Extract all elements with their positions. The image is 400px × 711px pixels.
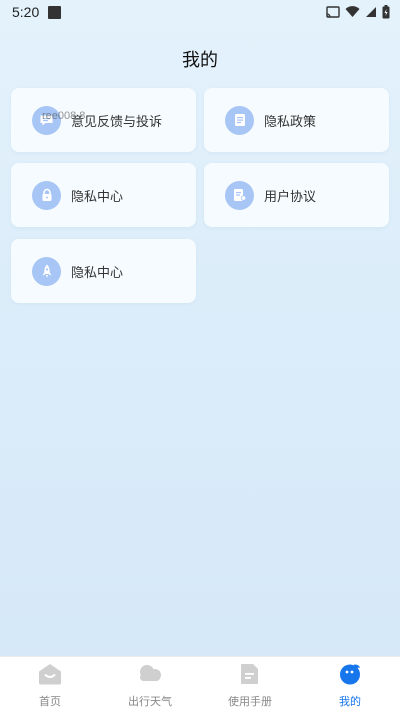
feedback-card[interactable]: 意见反馈与投诉 ree008 8: [11, 88, 196, 152]
nav-weather[interactable]: 出行天气: [100, 657, 200, 711]
profile-icon: [339, 663, 361, 689]
battery-icon: [382, 5, 390, 19]
privacy-policy-label: 隐私政策: [264, 114, 317, 130]
page-title: 我的: [182, 50, 218, 71]
nav-profile-label: 我的: [339, 695, 361, 708]
signal-icon: [365, 6, 377, 18]
privacy-center-card[interactable]: 隐私中心: [11, 163, 196, 227]
nav-manual[interactable]: 使用手册: [200, 657, 300, 711]
document-icon: [225, 105, 254, 135]
agreement-icon: [225, 180, 254, 210]
wifi-icon: [345, 6, 360, 18]
privacy-policy-card[interactable]: 隐私政策: [204, 88, 389, 152]
privacy-center-label: 隐私中心: [71, 189, 124, 205]
status-icons: [326, 5, 390, 19]
user-agreement-card[interactable]: 用户协议: [204, 163, 389, 227]
home-icon: [38, 663, 62, 689]
privacy-center-label-2: 隐私中心: [71, 265, 124, 281]
bottom-nav: 首页 出行天气 使用手册 我的: [0, 656, 400, 711]
status-time: 5:20: [12, 4, 40, 20]
nav-profile[interactable]: 我的: [300, 657, 400, 711]
notification-icon: [48, 5, 62, 19]
privacy-center-card-2[interactable]: 隐私中心: [11, 239, 196, 303]
feedback-label: 意见反馈与投诉: [71, 114, 163, 130]
rocket-icon: [32, 256, 61, 286]
feedback-icon: [32, 105, 61, 135]
nav-home[interactable]: 首页: [0, 657, 100, 711]
lock-icon: [32, 180, 61, 210]
nav-manual-label: 使用手册: [228, 695, 272, 708]
nav-home-label: 首页: [39, 695, 61, 708]
user-agreement-label: 用户协议: [264, 189, 317, 205]
cast-icon: [326, 6, 340, 18]
manual-icon: [240, 663, 260, 689]
cloud-icon: [137, 663, 163, 689]
status-bar: 5:20: [0, 0, 400, 24]
nav-weather-label: 出行天气: [128, 695, 172, 708]
